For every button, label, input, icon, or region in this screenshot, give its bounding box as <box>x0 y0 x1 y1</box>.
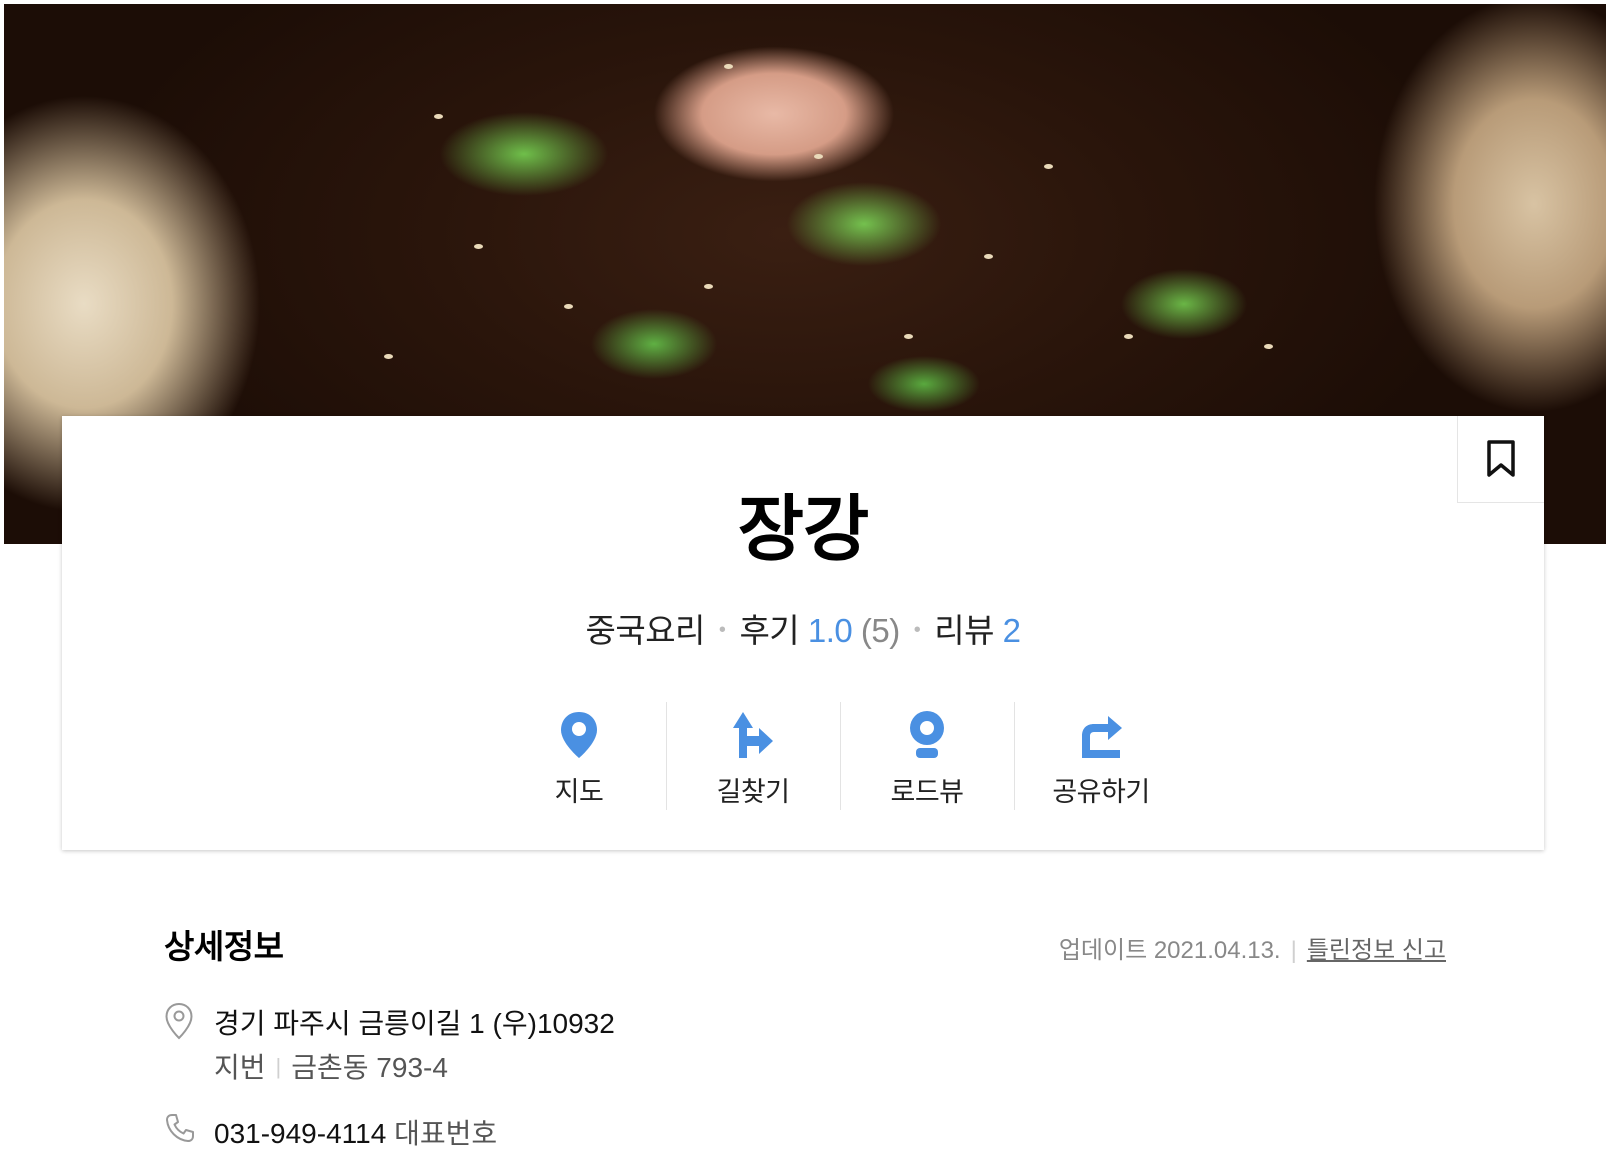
phone-info: 031-949-4114 대표번호 <box>214 1112 497 1152</box>
share-button[interactable]: 공유하기 <box>1014 702 1188 810</box>
rating-count: (5) <box>860 612 900 649</box>
share-icon <box>1082 716 1122 758</box>
roadview-button[interactable]: 로드뷰 <box>840 702 1014 810</box>
location-outline-icon <box>165 1002 193 1040</box>
directions-button-label: 길찾기 <box>716 777 790 807</box>
blog-review-label: 리뷰 <box>934 612 994 649</box>
place-name: 장강 <box>737 490 869 570</box>
bookmark-icon <box>1487 440 1515 477</box>
action-bar: 지도 길찾기 로드뷰 공유하기 <box>492 702 1188 810</box>
details-meta: 업데이트 2021.04.13. | 틀린정보 신고 <box>1058 937 1446 964</box>
blog-review-link[interactable]: 리뷰 2 <box>934 612 1021 649</box>
rating-value: 1.0 <box>807 612 853 649</box>
lot-label: 지번 <box>214 1052 266 1083</box>
lot-address: 지번 | 금촌동 793-4 <box>214 1052 448 1083</box>
map-button-label: 지도 <box>554 777 604 807</box>
place-card: 장강 중국요리 • 후기 1.0 (5) • 리뷰 2 지도 길찾기 로드뷰 공… <box>62 416 1544 850</box>
review-link[interactable]: 후기 1.0 (5) <box>739 612 900 649</box>
roadview-icon <box>910 711 944 758</box>
phone-number[interactable]: 031-949-4114 <box>214 1118 386 1149</box>
address-text: 경기 파주시 금릉이길 1 (우)10932 <box>214 1008 615 1039</box>
roadview-button-label: 로드뷰 <box>890 777 964 807</box>
review-label: 후기 <box>739 612 800 649</box>
share-button-label: 공유하기 <box>1052 777 1150 807</box>
directions-button[interactable]: 길찾기 <box>666 702 840 810</box>
category-label: 중국요리 <box>585 612 705 649</box>
map-button[interactable]: 지도 <box>492 702 666 810</box>
blog-review-count: 2 <box>1002 612 1021 649</box>
phone-label: 대표번호 <box>394 1118 498 1149</box>
phone-icon <box>166 1114 194 1142</box>
lot-address-value: 금촌동 793-4 <box>291 1052 448 1083</box>
details-header: 상세정보 업데이트 2021.04.13. | 틀린정보 신고 <box>164 920 1446 968</box>
place-meta: 중국요리 • 후기 1.0 (5) • 리뷰 2 <box>585 612 1021 649</box>
update-date: 업데이트 2021.04.13. <box>1058 937 1281 964</box>
report-link[interactable]: 틀린정보 신고 <box>1307 937 1446 964</box>
map-pin-icon <box>561 712 597 758</box>
directions-icon <box>733 712 773 758</box>
